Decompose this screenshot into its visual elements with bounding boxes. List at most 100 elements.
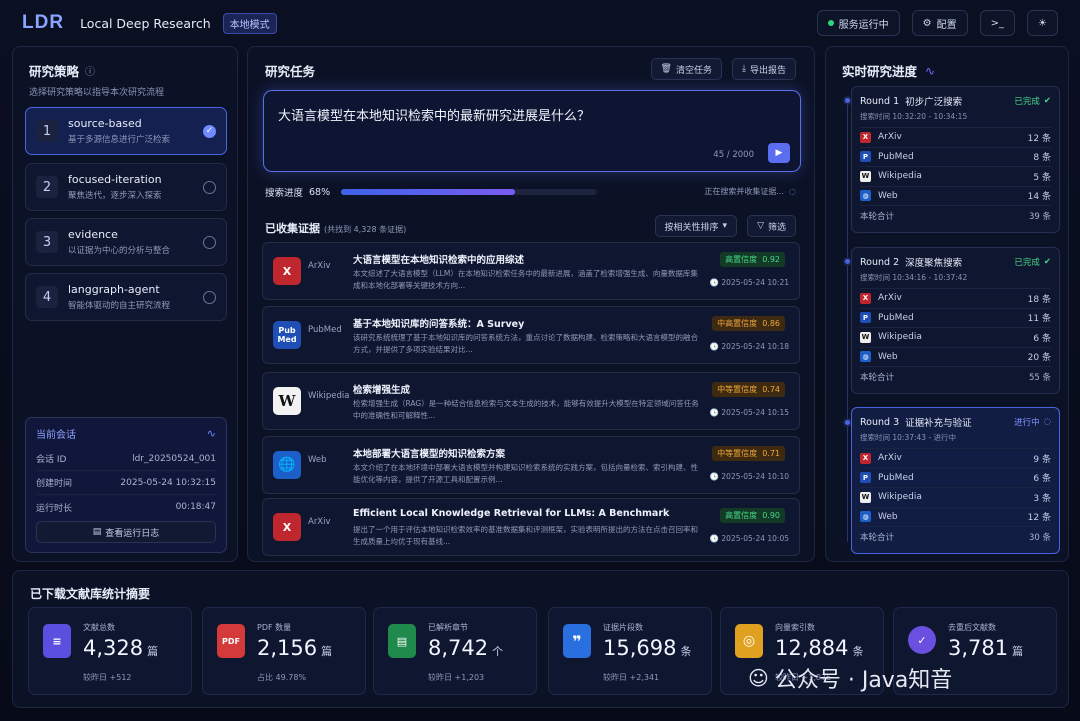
pdf-icon: PDF	[217, 624, 245, 658]
wikipedia-icon: W	[860, 170, 871, 182]
stat-unit: 条	[680, 645, 692, 658]
evidence-time: 🕓 2025-05-24 10:21	[709, 278, 789, 287]
stat-value: 12,884	[775, 636, 849, 660]
config-label: 配置	[936, 19, 957, 31]
trash-icon: 🗑	[660, 64, 672, 74]
confidence-badge: 高置信度 0.90	[720, 508, 785, 523]
evidence-time: 🕓 2025-05-24 10:15	[709, 408, 789, 417]
strategy-item-langgraph-agent[interactable]: 4 langgraph-agent 智能体驱动的自主研究流程	[25, 273, 227, 321]
service-status-button[interactable]: 服务运行中	[816, 10, 900, 36]
view-log-button[interactable]: ▤ 查看运行日志	[36, 521, 216, 543]
top-bar: LDR Local Deep Research 本地模式 服务运行中 ⚙ 配置 >…	[0, 0, 1080, 46]
check-circle-icon: ✔	[1043, 257, 1051, 267]
strategy-item-evidence[interactable]: 3 evidence 以证据为中心的分析与整合	[25, 218, 227, 266]
terminal-icon: >_	[990, 17, 1005, 29]
progress-title: 实时研究进度	[842, 64, 918, 79]
source-name: PubMed	[878, 151, 914, 162]
stat-label: 文献总数	[83, 623, 115, 632]
source-row: P PubMed 8 条	[860, 146, 1051, 167]
source-row: ◍ Web 12 条	[860, 506, 1051, 527]
strategy-desc: 智能体驱动的自主研究流程	[68, 301, 171, 311]
evidence-desc: 检索增强生成（RAG）是一种结合信息检索与文本生成的技术，能够有效提升大模型在特…	[353, 399, 699, 420]
clear-task-button[interactable]: 🗑 清空任务	[650, 58, 722, 80]
confidence-score: 0.71	[762, 449, 780, 458]
stat-foot: 较昨日 +2,341	[603, 673, 660, 682]
strategy-name: langgraph-agent	[68, 283, 160, 296]
gear-icon: ⚙	[922, 17, 932, 29]
check-icon[interactable]: ✓	[203, 124, 216, 138]
stat-value: 15,698	[603, 636, 677, 660]
confidence-score: 0.90	[762, 511, 780, 520]
stat-unit: 个	[492, 645, 504, 658]
source-name: ArXiv	[878, 132, 902, 143]
strategy-subtitle: 选择研究策略以指导本次研究流程	[29, 88, 165, 98]
arxiv-icon: X	[860, 131, 871, 143]
clear-task-label: 清空任务	[675, 65, 712, 76]
task-title: 研究任务	[265, 64, 316, 79]
confidence-badge: 中高置信度 0.86	[712, 316, 785, 331]
evidence-card[interactable]: X ArXiv Efficient Local Knowledge Retrie…	[262, 498, 800, 556]
evidence-time-value: 2025-05-24 10:18	[721, 342, 789, 351]
radio-icon[interactable]	[203, 180, 216, 194]
source-count: 20 条	[1027, 353, 1051, 364]
globe-icon: ◍	[860, 511, 871, 523]
pulse-icon: ∿	[206, 427, 216, 440]
source-count: 6 条	[1033, 474, 1051, 485]
strategy-item-source-based[interactable]: 1 source-based 基于多源信息进行广泛检索 ✓	[25, 107, 227, 155]
sort-select[interactable]: 按相关性排序 ▾	[654, 215, 738, 237]
strategy-name: source-based	[68, 117, 142, 130]
evidence-card[interactable]: W Wikipedia 检索增强生成 检索增强生成（RAG）是一种结合信息检索与…	[262, 372, 800, 430]
round-status: 进行中	[1014, 418, 1040, 428]
round-total: 本轮合计 55 条	[860, 366, 1051, 386]
strategy-number: 3	[36, 231, 58, 253]
stat-label: 向量索引数	[775, 623, 815, 632]
theme-toggle-button[interactable]: ☀	[1027, 10, 1058, 36]
source-name: PubMed	[878, 472, 914, 483]
confidence-label: 中高置信度	[717, 319, 758, 328]
source-row: ◍ Web 20 条	[860, 346, 1051, 367]
evidence-time: 🕓 2025-05-24 10:10	[709, 472, 789, 481]
evidence-time: 🕓 2025-05-24 10:18	[709, 342, 789, 351]
query-input[interactable]: 大语言模型在本地知识检索中的最新研究进展是什么？ 45 / 2000 ▶	[263, 90, 801, 172]
pubmed-icon: P	[860, 472, 871, 484]
stat-value-wrap: 2,156 篇	[257, 636, 332, 660]
view-log-label: 查看运行日志	[105, 528, 160, 539]
round-card-2[interactable]: Round 2 深度聚焦搜索 已完成 ✔ 搜索时间 10:34:16 - 10:3…	[851, 247, 1060, 394]
radio-icon[interactable]	[203, 290, 216, 304]
export-report-label: 导出报告	[749, 65, 786, 76]
send-button[interactable]: ▶	[768, 143, 790, 163]
export-report-button[interactable]: ⤓ 导出报告	[732, 58, 796, 80]
source-name: ArXiv	[878, 293, 902, 304]
query-text[interactable]: 大语言模型在本地知识检索中的最新研究进展是什么？	[278, 105, 590, 124]
filter-button[interactable]: ▽ 筛选	[747, 215, 796, 237]
radio-icon[interactable]	[203, 235, 216, 249]
filter-icon: ▽	[757, 221, 764, 231]
round-card-1[interactable]: Round 1 初步广泛搜索 已完成 ✔ 搜索时间 10:32:20 - 10:3…	[851, 86, 1060, 233]
stat-foot: 较昨日 +1,203	[428, 673, 485, 682]
round-total-label: 本轮合计	[860, 532, 895, 543]
config-button[interactable]: ⚙ 配置	[911, 10, 968, 36]
arxiv-icon: X	[860, 292, 871, 304]
evidence-title: 大语言模型在本地知识检索中的应用综述	[353, 255, 525, 266]
round-total-label: 本轮合计	[860, 211, 895, 222]
source-row: X ArXiv 9 条	[860, 448, 1051, 468]
info-icon[interactable]: ⓘ	[85, 63, 95, 78]
evidence-card[interactable]: Pub Med PubMed 基于本地知识库的问答系统：A Survey 该研究…	[262, 306, 800, 364]
session-value: 00:18:47	[175, 502, 216, 512]
evidence-card[interactable]: 🌐 Web 本地部署大语言模型的知识检索方案 本文介绍了在本地环境中部署大语言模…	[262, 436, 800, 494]
progress-status: 正在搜索并收集证据...	[704, 187, 785, 196]
stat-card: ❞ 证据片段数 15,698 条 较昨日 +2,341	[548, 607, 712, 695]
evidence-card[interactable]: X ArXiv 大语言模型在本地知识检索中的应用综述 本文综述了大语言模型（LL…	[262, 242, 800, 300]
source-name: Web	[878, 190, 898, 201]
strategy-item-focused-iteration[interactable]: 2 focused-iteration 聚焦迭代，逐步深入探索	[25, 163, 227, 211]
round-card-3[interactable]: Round 3 证据补充与验证 进行中 ◌ 搜索时间 10:37:43 - 进行中…	[851, 407, 1060, 554]
evidence-source: ArXiv	[308, 517, 331, 527]
strategy-number: 1	[36, 120, 58, 142]
app-root: LDR Local Deep Research 本地模式 服务运行中 ⚙ 配置 >…	[0, 0, 1080, 721]
stat-value-wrap: 3,781 篇	[948, 636, 1023, 660]
source-row: X ArXiv 18 条	[860, 288, 1051, 308]
sun-icon: ☀	[1038, 17, 1047, 29]
terminal-button[interactable]: >_	[979, 10, 1016, 36]
evidence-count: (共找到 4,328 条证据)	[324, 225, 407, 234]
confidence-label: 高置信度	[725, 511, 758, 520]
